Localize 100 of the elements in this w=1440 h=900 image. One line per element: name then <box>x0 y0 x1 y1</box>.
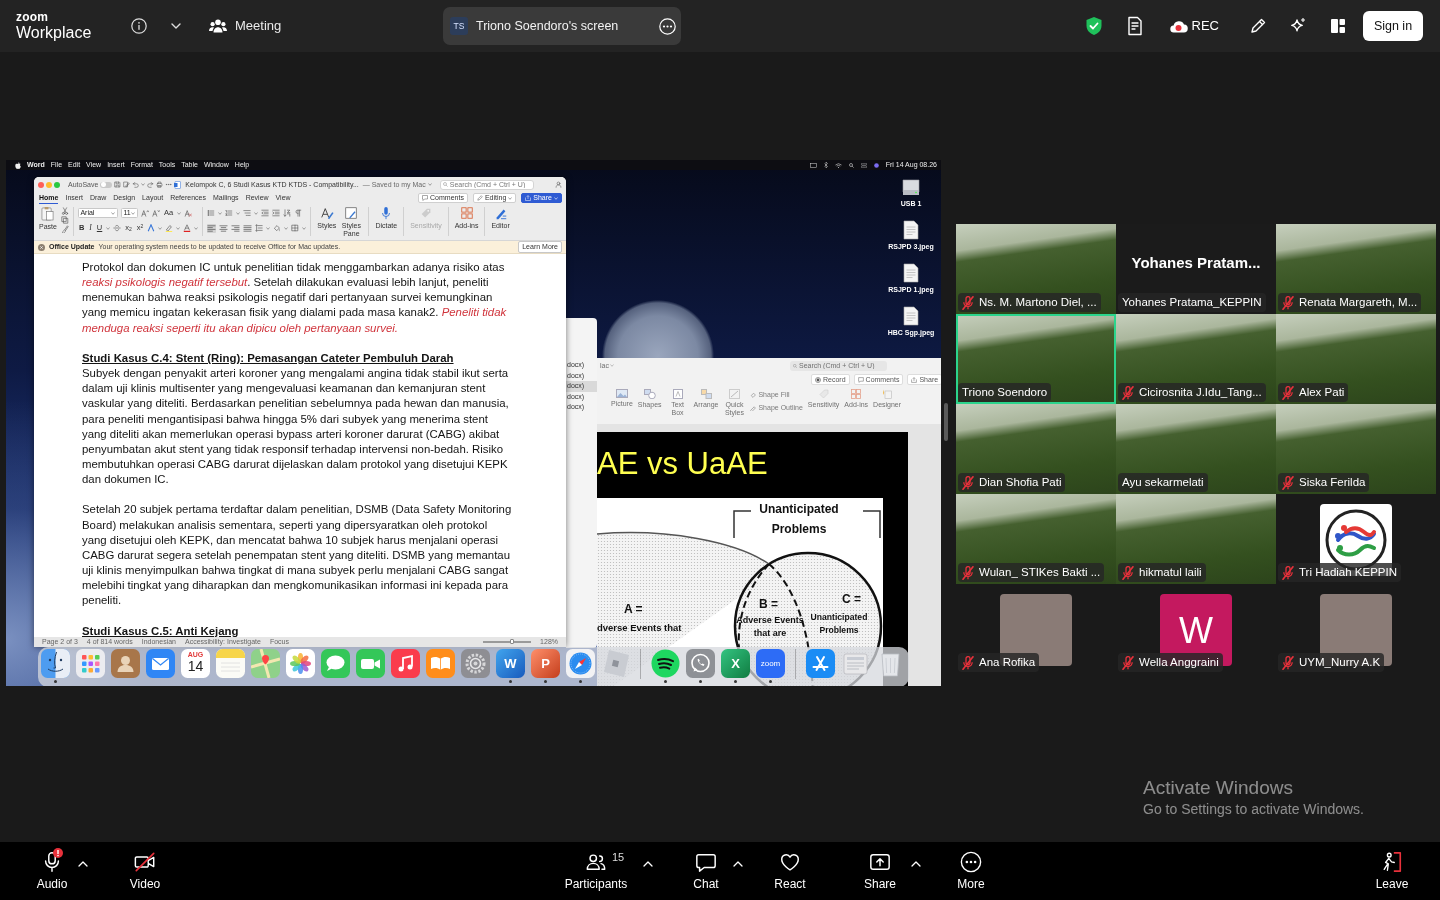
line-spacing-icon[interactable] <box>255 224 264 232</box>
window-zoom-icon[interactable] <box>54 181 60 188</box>
music-note-icon[interactable] <box>391 649 420 678</box>
layout-icon[interactable] <box>1330 18 1346 34</box>
caret-down-icon[interactable] <box>141 183 146 186</box>
notes-icon[interactable] <box>1125 16 1144 36</box>
more-button[interactable]: More <box>947 851 995 891</box>
caret-down-icon[interactable] <box>302 226 307 230</box>
contact-card-icon[interactable] <box>111 649 140 678</box>
caret-down-icon[interactable] <box>158 226 163 230</box>
shield-check-icon[interactable] <box>1084 16 1103 36</box>
align-right-icon[interactable] <box>231 223 241 233</box>
caret-down-icon[interactable] <box>284 226 289 230</box>
dismiss-icon[interactable] <box>38 243 45 251</box>
record-button[interactable]: REC <box>1168 18 1219 34</box>
caret-up-icon[interactable] <box>911 861 921 867</box>
scissors-icon[interactable] <box>60 207 69 215</box>
align-left-icon[interactable] <box>207 223 217 233</box>
caret-down-icon[interactable] <box>176 226 181 230</box>
autosave-toggle[interactable] <box>100 181 113 188</box>
edit-document-icon[interactable] <box>123 181 131 188</box>
caret-down-icon[interactable] <box>427 183 432 186</box>
document-app-tile[interactable]: W <box>496 649 525 678</box>
caret-up-icon[interactable] <box>78 861 88 867</box>
chat-button[interactable]: Chat <box>682 851 730 891</box>
display-icon[interactable] <box>809 162 817 168</box>
caret-down-icon[interactable] <box>194 226 199 230</box>
chevron-down-icon[interactable] <box>171 23 181 29</box>
caret-down-icon[interactable] <box>266 226 271 230</box>
caret-up-icon[interactable] <box>643 861 653 867</box>
multilevel-list-icon[interactable] <box>243 209 252 217</box>
numbered-list-icon[interactable] <box>225 209 234 217</box>
search-icon[interactable] <box>848 162 854 168</box>
formatting-marks-icon[interactable] <box>294 209 303 217</box>
decrease-font-icon[interactable] <box>151 209 160 217</box>
store-icon[interactable] <box>806 649 835 678</box>
shading-icon[interactable] <box>273 224 282 232</box>
caret-down-icon[interactable] <box>177 211 182 215</box>
borders-icon[interactable] <box>291 224 300 232</box>
wifi-icon[interactable] <box>834 162 842 168</box>
clear-formatting-icon[interactable] <box>184 209 193 217</box>
printer-icon[interactable] <box>156 181 164 188</box>
save-icon[interactable] <box>114 181 122 188</box>
strikethrough-icon[interactable] <box>113 224 122 232</box>
leave-button[interactable]: Leave <box>1368 851 1416 891</box>
video-camera-icon[interactable] <box>356 649 385 678</box>
font-color-icon[interactable] <box>183 224 192 232</box>
caret-down-icon[interactable] <box>236 211 241 215</box>
video-app-tile[interactable]: zoom <box>756 649 785 678</box>
orb-icon[interactable] <box>873 162 879 168</box>
caret-down-icon[interactable] <box>106 226 111 230</box>
sort-icon[interactable] <box>283 209 292 217</box>
align-center-icon[interactable] <box>219 223 229 233</box>
highlighter-icon[interactable] <box>165 224 174 232</box>
flower-icon[interactable] <box>286 649 315 678</box>
format-brush-icon[interactable] <box>60 225 69 233</box>
copy-icon[interactable] <box>60 216 69 224</box>
sound-waves-icon[interactable] <box>651 649 680 678</box>
audio-button[interactable]: Audio <box>28 851 76 891</box>
speech-bubble-icon[interactable] <box>321 649 350 678</box>
control-toggles-icon[interactable] <box>860 162 867 168</box>
zoom-slider-thumb[interactable] <box>509 639 514 645</box>
window-minimize-icon[interactable] <box>46 181 52 188</box>
caret-down-icon[interactable] <box>131 211 136 215</box>
redo-icon[interactable] <box>147 181 155 188</box>
window-close-icon[interactable] <box>38 181 44 188</box>
info-icon[interactable] <box>131 18 147 34</box>
text-effects-icon[interactable] <box>147 224 156 232</box>
gear-icon[interactable] <box>461 649 490 678</box>
resize-handle[interactable] <box>944 403 948 441</box>
bluetooth-icon[interactable] <box>823 162 828 168</box>
video-button[interactable]: Video <box>121 851 169 891</box>
decrease-indent-icon[interactable] <box>261 209 270 217</box>
align-justify-icon[interactable] <box>243 223 253 233</box>
phone-bubble-icon[interactable] <box>686 649 715 678</box>
envelope-icon[interactable] <box>146 649 175 678</box>
person-icon[interactable] <box>555 181 562 188</box>
undo-icon[interactable] <box>132 181 140 188</box>
caret-down-icon[interactable] <box>218 211 223 215</box>
app-grid-icon[interactable] <box>76 649 105 678</box>
more-options-icon[interactable] <box>659 17 676 35</box>
increase-font-icon[interactable] <box>140 209 149 217</box>
screen-share-pill[interactable]: TS Triono Soendoro's screen <box>443 7 681 45</box>
meeting-button[interactable]: Meeting <box>209 18 282 34</box>
open-book-icon[interactable] <box>426 649 455 678</box>
pen-icon[interactable] <box>1249 17 1267 35</box>
caret-down-icon[interactable] <box>111 211 116 215</box>
sign-in-button[interactable]: Sign in <box>1363 11 1423 41</box>
caret-down-icon[interactable] <box>508 196 513 200</box>
notepad-icon[interactable] <box>216 649 245 678</box>
share-button[interactable]: Share <box>856 851 904 891</box>
caret-up-icon[interactable] <box>733 861 743 867</box>
compass-icon[interactable] <box>566 649 595 678</box>
smiling-face-icon[interactable] <box>41 649 70 678</box>
caret-down-icon[interactable] <box>254 211 259 215</box>
more-icon[interactable] <box>165 181 173 188</box>
map-icon[interactable] <box>251 649 280 678</box>
apple-icon[interactable] <box>15 161 21 169</box>
participants-button[interactable]: 15 Participants <box>560 851 632 891</box>
react-button[interactable]: React <box>766 851 814 891</box>
